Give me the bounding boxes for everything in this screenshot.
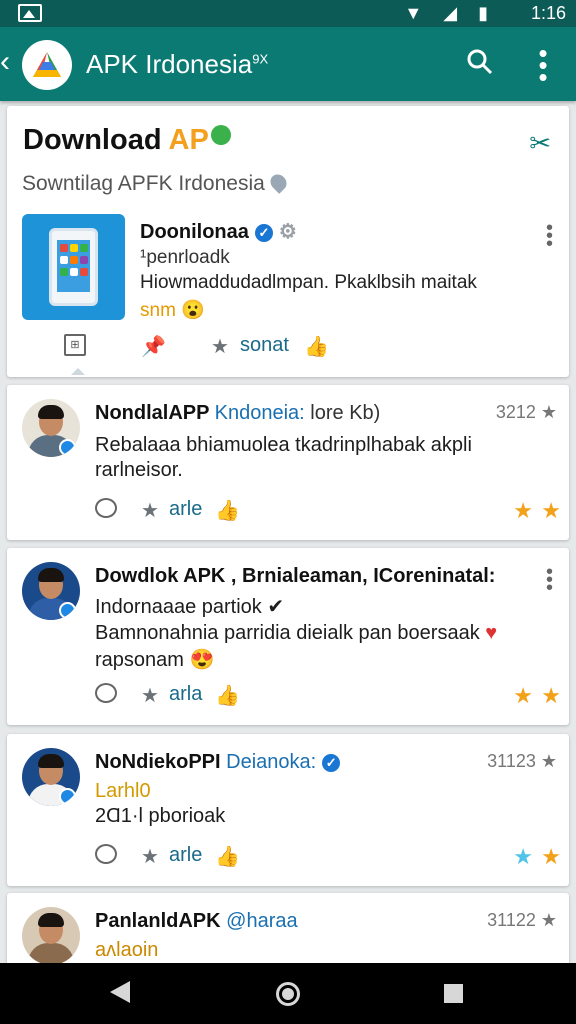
more-vert-icon[interactable]: • • • [546,218,553,254]
app-logo-icon [22,40,72,90]
action-label[interactable]: arla [169,683,202,706]
post-tagline: Larhl0 [95,780,151,802]
post-author[interactable]: NoNdiekoPPI Deianoka: ✓ [95,751,341,774]
thumb-icon[interactable]: 👍 [304,334,329,359]
post-tagline: aʌlaoin [95,939,159,961]
app-icon-tile[interactable] [22,214,125,320]
post-card[interactable]: NondlalAPP Kndoneia: lore Kb) 3212 ★ Reb… [7,385,569,540]
post-card[interactable]: Dowdlok APK , Brnialeaman, ICoreninatal:… [7,548,569,725]
back-icon[interactable]: ‹ [0,45,20,79]
rating-star-icon: ★ [513,683,533,708]
post-text: 2Ɑ1·l pborioak [95,805,226,827]
star-icon[interactable]: ★ [141,683,159,708]
verified-icon [210,125,231,145]
verified-icon [59,602,76,619]
status-icons: ▼ ◢ ▮ [404,3,496,23]
verified-icon: ✓ [322,754,341,772]
app-name[interactable]: Doonilonaa ✓ ⚙ [140,219,297,244]
rating-star-icon: ★ [541,683,561,708]
status-time: 1:16 [530,3,566,23]
location-pin-icon [266,171,290,194]
post-text: rapsonam 😍 [95,649,215,671]
post-card[interactable]: NoNdiekoPPI Deianoka: ✓ 31123 ★ Larhl0 2Ɑ… [7,734,569,886]
post-meta: 31123 ★ [487,751,557,771]
post-meta: 3212 ★ [495,402,557,422]
thumb-icon[interactable]: 👍 [215,498,240,523]
avatar[interactable] [22,399,80,457]
app-desc-line: ¹penrloadk [140,247,230,268]
comment-icon[interactable] [95,498,117,518]
app-bar: ‹ APK Irdonesia9X • • • [0,27,576,101]
gallery-icon [18,4,42,22]
nav-home-icon[interactable] [276,982,300,1006]
comment-icon[interactable] [95,844,117,864]
comment-icon[interactable] [95,683,117,703]
emoji-icon: 😍 [189,649,215,671]
more-vert-icon[interactable]: • • • [533,40,553,90]
nav-bar [0,963,576,1024]
avatar[interactable] [22,562,80,620]
post-author[interactable]: NondlalAPP Kndoneia: lore Kb) [95,402,380,425]
app-desc-line: Hiowmaddudadlmpan. Pkaklbsih maitak [140,272,477,293]
nav-back-icon[interactable] [110,981,130,1003]
thumb-icon[interactable]: 👍 [215,844,240,869]
post-text: Bamnonahnia parridia dieialk pan boersaa… [95,622,498,644]
app-desc-line: snm 😮 [140,300,205,321]
post-meta: 31122 ★ [487,910,557,930]
verified-icon: ✔ [267,596,285,618]
hero-card: Download AP ✂ Sowntilag APFK Irdonesia D… [7,106,569,377]
emoji-icon: 😮 [181,300,205,321]
rating-star-icon: ★ [541,498,561,523]
action-label[interactable]: arle [169,498,202,521]
info-icon[interactable]: ⊞ [64,334,86,356]
action-label[interactable]: sonat [240,334,289,357]
hero-actions: ⊞ 📌 ★ sonat 👍 [7,334,569,364]
post-text: rarlneisor. [95,459,183,481]
heart-icon: ♥ [485,622,498,644]
post-actions: ★ arle 👍 ★ ★ [95,498,561,524]
rating-star-icon: ★ [513,844,533,869]
verified-icon: ✓ [254,224,273,242]
star-icon[interactable]: ★ [141,844,159,869]
post-card[interactable]: PanlanldAPK @haraa 31122 ★ aʌlaoin [7,893,569,973]
search-icon[interactable] [465,47,495,77]
action-label[interactable]: arle [169,844,202,867]
gear-icon[interactable]: ⚙ [279,221,297,243]
post-actions: ★ arle 👍 ★ ★ [95,844,561,870]
rating-star-icon: ★ [541,844,561,869]
nav-recents-icon[interactable] [444,984,463,1003]
verified-icon [59,788,76,805]
post-author[interactable]: PanlanldAPK @haraa [95,910,298,933]
share-icon[interactable]: ✂ [529,128,551,159]
post-actions: ★ arla 👍 ★ ★ [95,683,561,709]
hero-subtitle: Sowntilag APFK Irdonesia [22,171,290,196]
avatar[interactable] [22,907,80,965]
phone-icon [49,228,98,306]
star-icon[interactable]: ★ [141,498,159,523]
post-text: Rebalaaa bhiamuolea tkadrinplhabak akpli [95,434,472,456]
pin-icon[interactable]: 📌 [141,334,166,359]
post-author[interactable]: Dowdlok APK , Brnialeaman, ICoreninatal: [95,565,495,588]
thumb-icon[interactable]: 👍 [215,683,240,708]
hero-title: Download AP [23,124,231,157]
verified-icon [59,439,76,456]
rating-star-icon: ★ [513,498,533,523]
app-title: APK Irdonesia9X [86,49,269,79]
more-vert-icon[interactable]: • • • [546,562,553,598]
pointer-caret [71,368,85,375]
status-bar: ▼ ◢ ▮ 1:16 [0,0,576,27]
star-icon[interactable]: ★ [211,334,229,359]
post-tagline: Indornaaae partiok ✔ [95,596,285,618]
avatar[interactable] [22,748,80,806]
